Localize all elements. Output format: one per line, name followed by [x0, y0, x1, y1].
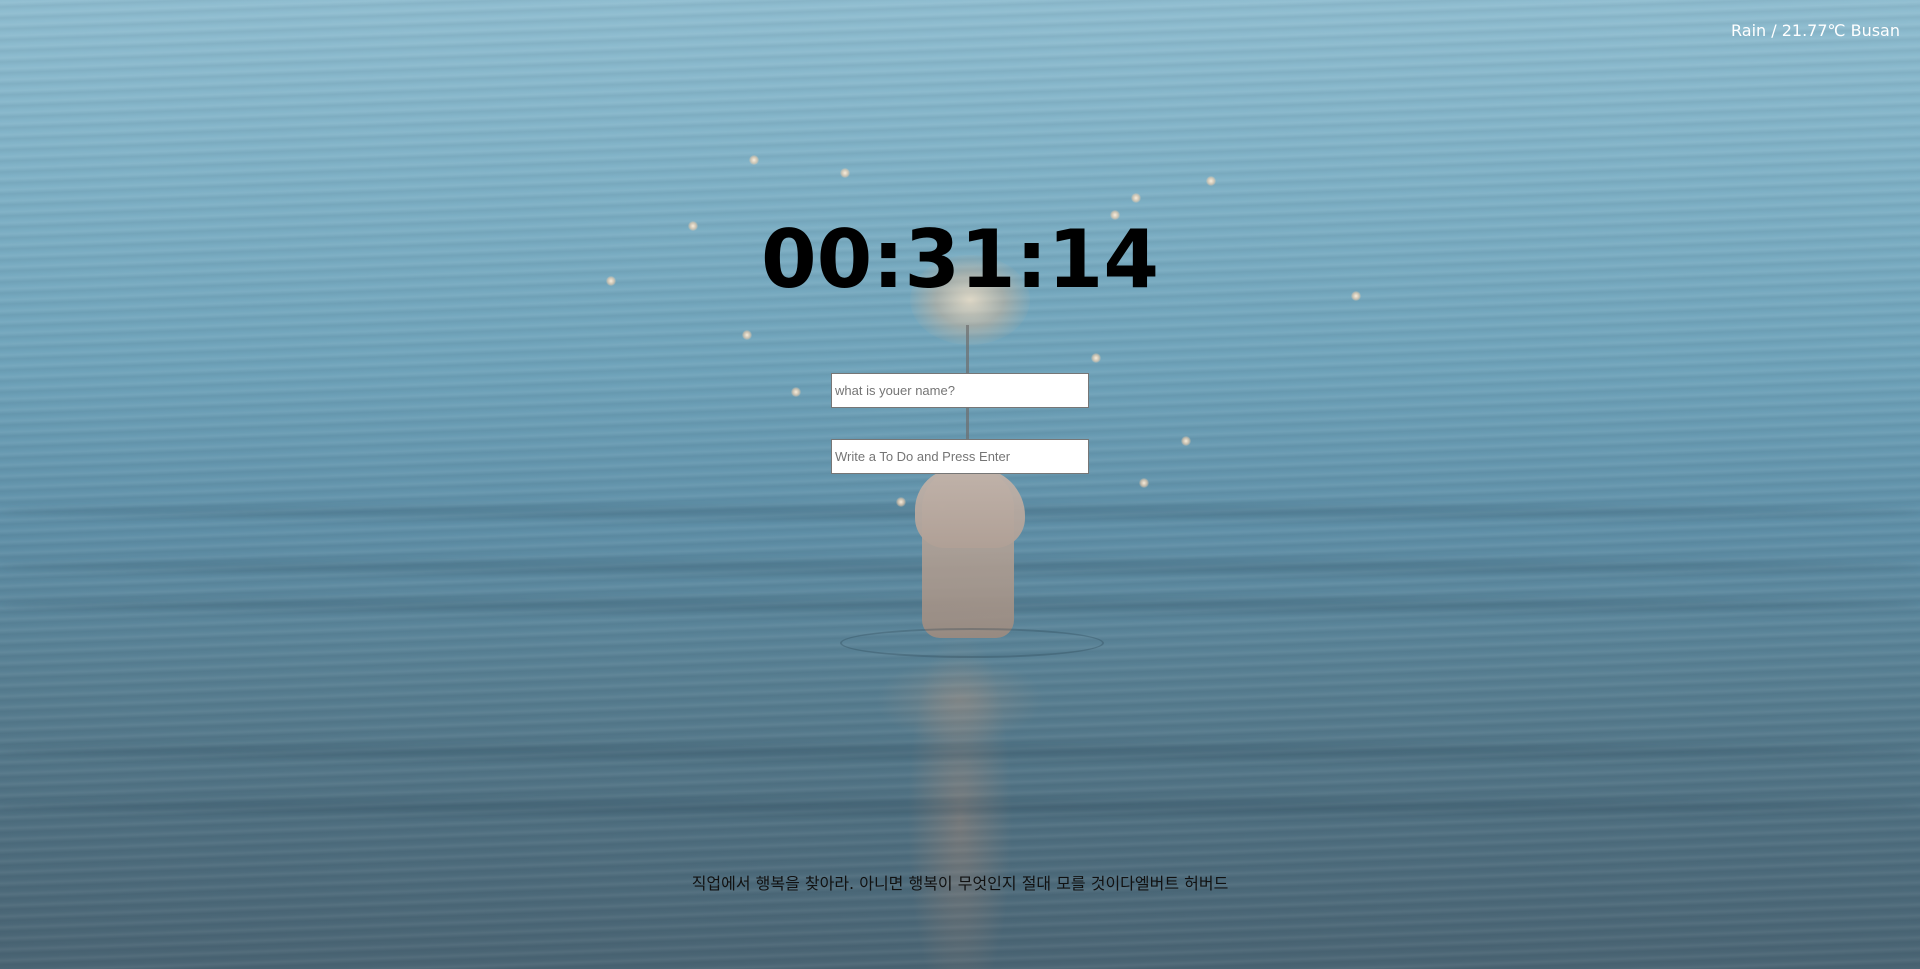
sparkle	[1206, 176, 1216, 186]
sparkle	[1139, 478, 1149, 488]
wave-shadow	[0, 800, 1920, 814]
background-photo	[0, 0, 1920, 969]
sparkle	[896, 497, 906, 507]
clock-time: 00:31:14	[761, 213, 1159, 306]
name-input[interactable]	[831, 373, 1089, 408]
todo-form	[831, 439, 1089, 474]
momentum-page: Rain / 21.77℃ Busan 00:31:14 직업에서 행복을 찾아…	[0, 0, 1920, 969]
water-ripple	[840, 628, 1104, 658]
raised-fist	[915, 468, 1025, 548]
sparkle	[1091, 353, 1101, 363]
greeting-form	[831, 373, 1089, 408]
todo-input[interactable]	[831, 439, 1089, 474]
sparkle	[840, 168, 850, 178]
quote: 직업에서 행복을 찾아라. 아니면 행복이 무엇인지 절대 모를 것이다엘버트 …	[0, 874, 1920, 894]
quote-author: 엘버트 허버드	[1134, 874, 1229, 893]
sparkle	[1131, 193, 1141, 203]
weather-text: Rain / 21.77℃ Busan	[1731, 21, 1900, 40]
sparkle	[791, 387, 801, 397]
sparkle	[749, 155, 759, 165]
sparkle	[742, 330, 752, 340]
wave-shadow	[0, 745, 1920, 759]
sparkle	[1181, 436, 1191, 446]
quote-text: 직업에서 행복을 찾아라. 아니면 행복이 무엇인지 절대 모를 것이다	[691, 874, 1135, 893]
